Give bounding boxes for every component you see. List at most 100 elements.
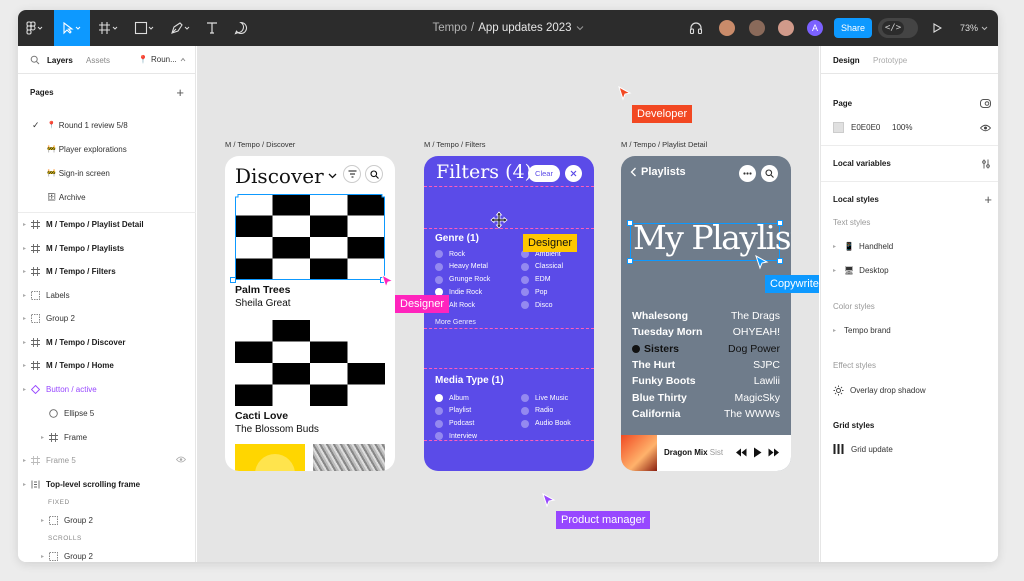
tab-layers[interactable]: Layers: [47, 56, 73, 65]
add-style-icon[interactable]: +: [984, 192, 992, 207]
track-row[interactable]: Tuesday Morn OHYEAH!: [632, 326, 780, 338]
caret-right-icon[interactable]: ▸: [41, 434, 44, 441]
discover-frame[interactable]: Discover Palm Trees Sheila Great Cacti L…: [225, 156, 395, 471]
fast-forward-icon[interactable]: [768, 448, 780, 457]
selection-handle[interactable]: [230, 277, 236, 283]
filter-option[interactable]: Playlist: [435, 406, 471, 415]
filter-option[interactable]: Grunge Rock: [435, 275, 490, 284]
page-item[interactable]: 🚧 Player explorations: [18, 140, 196, 158]
eye-icon[interactable]: [980, 124, 991, 132]
dev-mode-toggle[interactable]: </>: [878, 18, 918, 38]
album-art-yellow[interactable]: [235, 444, 305, 471]
back-button[interactable]: Playlists: [630, 166, 686, 178]
album-art-checker[interactable]: [235, 320, 385, 406]
search-icon[interactable]: [30, 55, 40, 65]
clear-button[interactable]: Clear: [528, 165, 560, 182]
variables-icon[interactable]: [981, 159, 991, 169]
playlist-detail-frame[interactable]: Playlists My Playlist Whalesong The Drags…: [621, 156, 791, 471]
track-row[interactable]: Blue Thirty MagicSky: [632, 392, 780, 404]
radio-unselected[interactable]: [521, 419, 529, 428]
caret-right-icon[interactable]: ▸: [23, 292, 26, 299]
file-name-button[interactable]: Tempo / App updates 2023: [432, 22, 583, 34]
frame-tool-button[interactable]: [92, 10, 126, 46]
radio-unselected[interactable]: [521, 394, 529, 402]
shape-tool-button[interactable]: [128, 10, 162, 46]
effect-style-item[interactable]: Overlay drop shadow: [833, 385, 993, 396]
caret-right-icon[interactable]: ▸: [41, 517, 44, 524]
pen-tool-button[interactable]: [164, 10, 198, 46]
search-button[interactable]: [365, 165, 383, 183]
page-fill-row[interactable]: E0E0E0 100%: [833, 122, 993, 133]
selection-handle[interactable]: [627, 258, 633, 264]
present-button[interactable]: [928, 10, 946, 46]
filter-option[interactable]: EDM: [521, 275, 551, 284]
tab-design[interactable]: Design: [833, 56, 860, 65]
caret-right-icon[interactable]: ▸: [23, 221, 26, 228]
color-style-item[interactable]: ▸ Tempo brand: [833, 326, 993, 335]
radio-unselected[interactable]: [521, 288, 529, 297]
track-row[interactable]: Whalesong The Drags: [632, 310, 780, 322]
tab-prototype[interactable]: Prototype: [873, 56, 907, 65]
track-row[interactable]: California The WWWs: [632, 408, 780, 420]
hidden-eye-icon[interactable]: [175, 456, 187, 465]
selection-handle[interactable]: [777, 220, 783, 226]
main-menu-button[interactable]: [18, 10, 52, 46]
page-opacity-value[interactable]: 100%: [892, 123, 912, 132]
layer-item[interactable]: ▸ Group 2: [18, 309, 196, 327]
move-tool-button[interactable]: [54, 10, 90, 46]
radio-unselected[interactable]: [521, 262, 529, 271]
page-color-value[interactable]: E0E0E0: [851, 123, 880, 132]
filters-frame[interactable]: Filters (4) Clear Genre (1) Rock Heavy Me…: [424, 156, 594, 471]
filter-option[interactable]: Album: [435, 394, 469, 402]
audio-button[interactable]: [686, 10, 706, 46]
now-playing-bar[interactable]: Dragon Mix Sist: [621, 435, 791, 471]
filter-option[interactable]: Disco: [521, 301, 553, 310]
caret-right-icon[interactable]: ▸: [23, 457, 26, 464]
layer-item[interactable]: ▸ Frame: [18, 428, 196, 446]
collaborator-avatar[interactable]: [748, 19, 766, 37]
frame-label-playlist-detail[interactable]: M / Tempo / Playlist Detail: [621, 140, 707, 149]
radio-unselected[interactable]: [521, 301, 529, 310]
caret-right-icon[interactable]: ▸: [23, 245, 26, 252]
text-style-item[interactable]: ▸ 🖥 Desktop: [833, 266, 993, 275]
caret-right-icon[interactable]: ▸: [23, 386, 26, 393]
caret-right-icon[interactable]: ▸: [23, 481, 26, 488]
text-tool-button[interactable]: [200, 10, 224, 46]
radio-unselected[interactable]: [435, 262, 443, 271]
frame-label-discover[interactable]: M / Tempo / Discover: [225, 140, 295, 149]
share-button[interactable]: Share: [834, 18, 872, 38]
page-selector[interactable]: 📍 Roun...: [138, 55, 186, 64]
radio-unselected[interactable]: [521, 275, 529, 284]
album-art-checker[interactable]: [235, 194, 385, 280]
filter-option[interactable]: Classical: [521, 262, 563, 271]
filter-option[interactable]: Podcast: [435, 419, 474, 428]
color-swatch[interactable]: [833, 122, 844, 133]
collaborator-avatar[interactable]: [718, 19, 736, 37]
filter-option[interactable]: Heavy Metal: [435, 262, 488, 271]
track-row[interactable]: The Hurt SJPC: [632, 359, 780, 371]
caret-right-icon[interactable]: ▸: [41, 553, 44, 560]
more-button[interactable]: [739, 165, 756, 182]
text-style-item[interactable]: ▸ 📱 Handheld: [833, 242, 993, 251]
rewind-icon[interactable]: [735, 448, 747, 457]
caret-right-icon[interactable]: ▸: [23, 268, 26, 275]
track-row[interactable]: Funky Boots Lawlii: [632, 375, 780, 387]
album-art-texture[interactable]: [313, 444, 385, 471]
radio-unselected[interactable]: [521, 406, 529, 415]
layer-item[interactable]: ▸ Group 2: [18, 511, 196, 529]
radio-unselected[interactable]: [435, 275, 443, 284]
radio-selected[interactable]: [435, 394, 443, 402]
search-button[interactable]: [761, 165, 778, 182]
play-icon[interactable]: [753, 447, 762, 458]
caret-right-icon[interactable]: ▸: [23, 315, 26, 322]
filter-option[interactable]: Audio Book: [521, 419, 571, 428]
layer-item[interactable]: ▸ M / Tempo / Filters: [18, 262, 196, 280]
page-item[interactable]: 🗄 Archive: [18, 188, 196, 206]
local-variables-row[interactable]: Local variables: [833, 159, 993, 168]
layer-item[interactable]: ▸ M / Tempo / Playlists: [18, 239, 196, 257]
page-style-icon[interactable]: [980, 99, 991, 108]
layer-item[interactable]: ▸ M / Tempo / Discover: [18, 333, 196, 351]
layer-item[interactable]: ▸ Labels: [18, 286, 196, 304]
collaborator-avatar[interactable]: [777, 19, 795, 37]
page-item[interactable]: ✓ 📍 Round 1 review 5/8: [18, 116, 196, 134]
